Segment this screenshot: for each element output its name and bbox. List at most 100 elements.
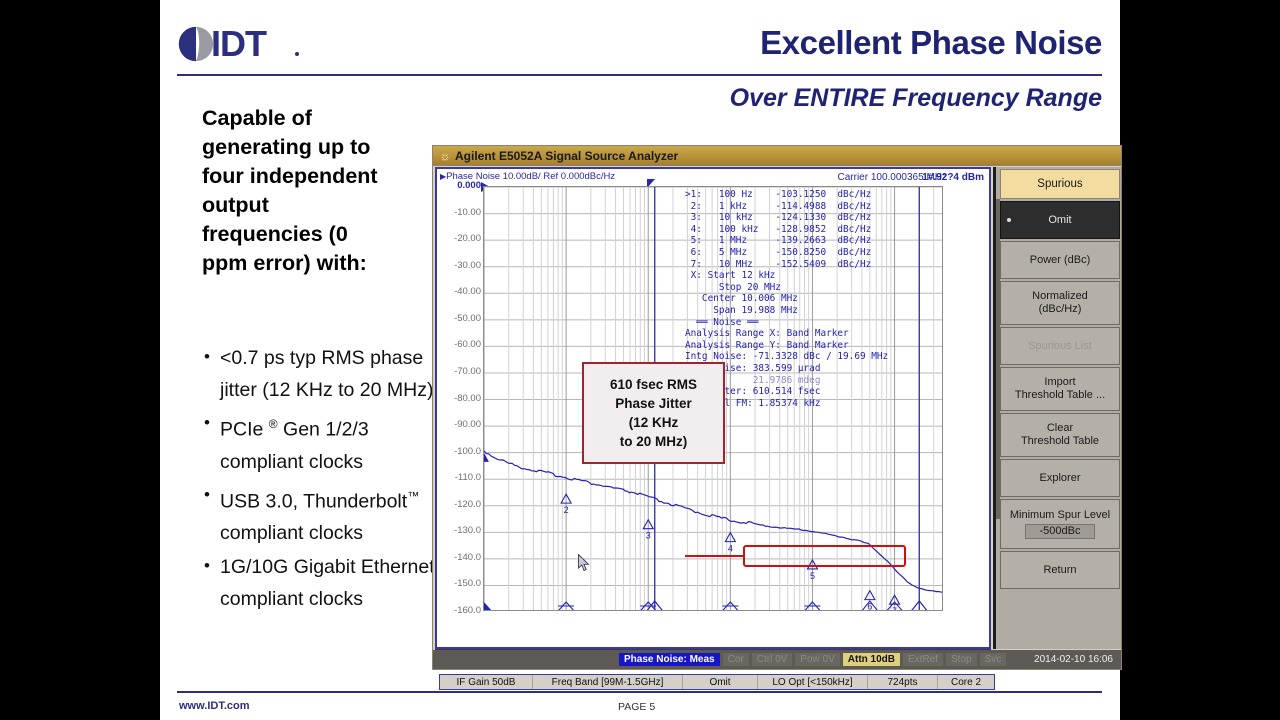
softkey-omit[interactable]: Omit — [1000, 201, 1120, 239]
softkey-clear[interactable]: Clear Threshold Table — [1000, 413, 1120, 457]
svg-text:2: 2 — [564, 505, 569, 515]
softkey-label: Import Threshold Table ... — [1014, 376, 1106, 401]
softkey-label: Minimum Spur Level — [1009, 509, 1111, 521]
instrument-bottom-bar: Phase Noise: Meas Cor Ctrl 0V Pow 0V Attn 10… — [433, 650, 1121, 669]
mouse-cursor-icon — [578, 554, 590, 572]
jitter-callout-box: 610 fsec RMS Phase Jitter (12 KHz to 20 MHz… — [582, 362, 725, 464]
softkey-label: Omit — [1048, 213, 1072, 226]
softkey-import[interactable]: Import Threshold Table ... — [1000, 367, 1120, 411]
y-axis-tick-label: -40.00 — [454, 286, 481, 298]
carrier-power-label: 1#.92?4 dBm — [922, 172, 984, 183]
marker-table-row: X: Start 12 kHz — [685, 270, 776, 282]
marker-table-row: Center 10.006 MHz — [685, 293, 798, 305]
footer-page-number: PAGE 5 — [618, 701, 656, 713]
status-segment: Ctrl 0V — [751, 653, 793, 666]
status-segment: ExtRef — [903, 653, 944, 666]
marker-table-row: Analysis Range Y: Band Marker — [685, 339, 849, 351]
marker-table-row: Analysis Range X: Band Marker — [685, 328, 849, 340]
rms-jitter-highlight-box — [743, 545, 906, 567]
softkey-label: Clear Threshold Table — [1020, 422, 1100, 447]
marker-table-row: 4: 100 kHz -128.9852 dBc/Hz — [685, 223, 872, 235]
svg-text:4: 4 — [728, 544, 733, 554]
softkey-explorer[interactable]: Explorer — [1000, 459, 1120, 497]
slide-canvas: IDT Excellent Phase Noise Over ENTIRE Fr… — [160, 0, 1122, 720]
softkey-minimum-spur-level[interactable]: Minimum Spur Level -500dBc — [1000, 499, 1120, 549]
softkey-normalized[interactable]: Normalized (dBc/Hz) — [1000, 281, 1120, 325]
softkey-menu: Spurious Omit Power (dBc) Normalized (dBc/H… — [993, 167, 1121, 649]
y-axis-tick-label: -30.00 — [454, 259, 481, 271]
softkey-label: Normalized (dBc/Hz) — [1032, 290, 1088, 315]
softkey-spurious-list: Spurious List — [1000, 327, 1120, 365]
marker-table-row: Stop 20 MHz — [685, 281, 781, 293]
instrument-window-title: Agilent E5052A Signal Source Analyzer — [455, 149, 679, 163]
list-item: 1G/10G Gigabit Ethernet compliant clocks — [202, 550, 437, 615]
y-axis-tick-label: -90.00 — [454, 419, 481, 431]
status-cell[interactable]: Freq Band [99M-1.5GHz] — [533, 675, 683, 689]
status-cell[interactable]: LO Opt [<150kHz] — [758, 675, 868, 689]
instrument-screenshot: ☼ Agilent E5052A Signal Source Analyzer … — [432, 145, 1122, 690]
y-axis-tick-label: -10.00 — [454, 206, 481, 218]
callout-connector-line — [685, 555, 745, 557]
marker-table-row: 5: 1 MHz -139.2663 dBc/Hz — [685, 235, 872, 247]
status-cell[interactable]: 724pts — [868, 675, 938, 689]
timestamp: 2014-02-10 16:06 — [1034, 654, 1113, 665]
y-axis-tick-label: -150.0 — [454, 578, 481, 590]
marker-table-row: Span 19.988 MHz — [685, 304, 798, 316]
y-axis-tick-label: -80.00 — [454, 392, 481, 404]
footer-url[interactable]: www.IDT.com — [179, 700, 250, 712]
status-segment: Stop — [946, 653, 977, 666]
marker-table-row: 6: 5 MHz -150.8250 dBc/Hz — [685, 246, 872, 258]
marker-table-row: >1: 100 Hz -103.1250 dBc/Hz — [685, 189, 872, 200]
y-axis-tick-label: -100.0 — [454, 445, 481, 457]
y-axis-tick-label: -60.00 — [454, 339, 481, 351]
idt-logo: IDT — [177, 22, 307, 66]
page-subtitle: Over ENTIRE Frequency Range — [729, 84, 1102, 112]
idt-logo-dot — [295, 52, 299, 56]
softkey-return[interactable]: Return — [1000, 551, 1120, 589]
feature-bullet-list: <0.7 ps typ RMS phase jitter (12 KHz to … — [202, 341, 437, 617]
idt-logo-mark — [178, 26, 214, 62]
svg-text:5: 5 — [810, 571, 815, 581]
list-item: <0.7 ps typ RMS phase jitter (12 KHz to … — [202, 341, 437, 406]
header-divider — [177, 74, 1102, 76]
status-segment: Cor — [722, 653, 749, 666]
sun-icon: ☼ — [439, 149, 451, 163]
y-axis-tick-label: -110.0 — [454, 472, 481, 484]
marker-table-row: 7: 10 MHz -152.5409 dBc/Hz — [685, 258, 872, 270]
marker-table-row: ══ Noise ══ — [685, 316, 759, 328]
svg-text:7: 7 — [892, 606, 897, 611]
instrument-titlebar: ☼ Agilent E5052A Signal Source Analyzer — [433, 146, 1121, 166]
list-item: USB 3.0, Thunderbolt™ compliant clocks — [202, 479, 437, 550]
x-axis-marker-triangle — [484, 602, 492, 610]
status-cell[interactable]: IF Gain 50dB — [440, 675, 533, 689]
y-axis-tick-label: -20.00 — [454, 233, 481, 245]
svg-text:3: 3 — [646, 531, 651, 541]
y-axis-tick-label: 0.000 — [457, 180, 481, 191]
instrument-screen: ▶Phase Noise 10.00dB/ Ref 0.000dBc/Hz Ca… — [435, 167, 995, 690]
idt-logo-text: IDT — [211, 23, 267, 64]
softkey-label: Explorer — [1039, 471, 1081, 484]
y-axis-tick-label: -120.0 — [454, 498, 481, 510]
softkey-label: Return — [1043, 563, 1077, 576]
selected-dot-icon — [1007, 218, 1011, 222]
jitter-callout-text: 610 fsec RMS Phase Jitter (12 KHz to 20 MHz… — [609, 377, 698, 449]
y-axis-tick-label: -70.00 — [454, 365, 481, 377]
lead-paragraph: Capable of generating up to four indepen… — [202, 106, 378, 275]
status-segment: Svc — [979, 653, 1007, 666]
marker-table-row: 3: 10 kHz -124.1330 dBc/Hz — [685, 212, 872, 224]
measurement-status: Phase Noise: Meas — [619, 653, 720, 666]
marker-table-row: 2: 1 kHz -114.4988 dBc/Hz — [685, 200, 872, 212]
list-item: PCIe ® Gen 1/2/3 compliant clocks — [202, 407, 437, 478]
softkey-menu-title: Spurious — [1000, 169, 1120, 199]
y-axis-tick-label: -130.0 — [454, 525, 481, 537]
status-segment: Attn 10dB — [842, 653, 900, 666]
status-cell[interactable]: Omit — [683, 675, 758, 689]
softkey-label: Power (dBc) — [1029, 253, 1091, 266]
y-axis-tick-label: -50.00 — [454, 312, 481, 324]
y-axis-tick-label: -160.0 — [454, 605, 481, 616]
page-title: Excellent Phase Noise — [760, 24, 1102, 61]
softkey-power-dbc[interactable]: Power (dBc) — [1000, 241, 1120, 279]
softkey-value[interactable]: -500dBc — [1024, 524, 1096, 539]
status-cell[interactable]: Core 2 — [938, 675, 994, 689]
status-segment: Pow 0V — [795, 653, 840, 666]
